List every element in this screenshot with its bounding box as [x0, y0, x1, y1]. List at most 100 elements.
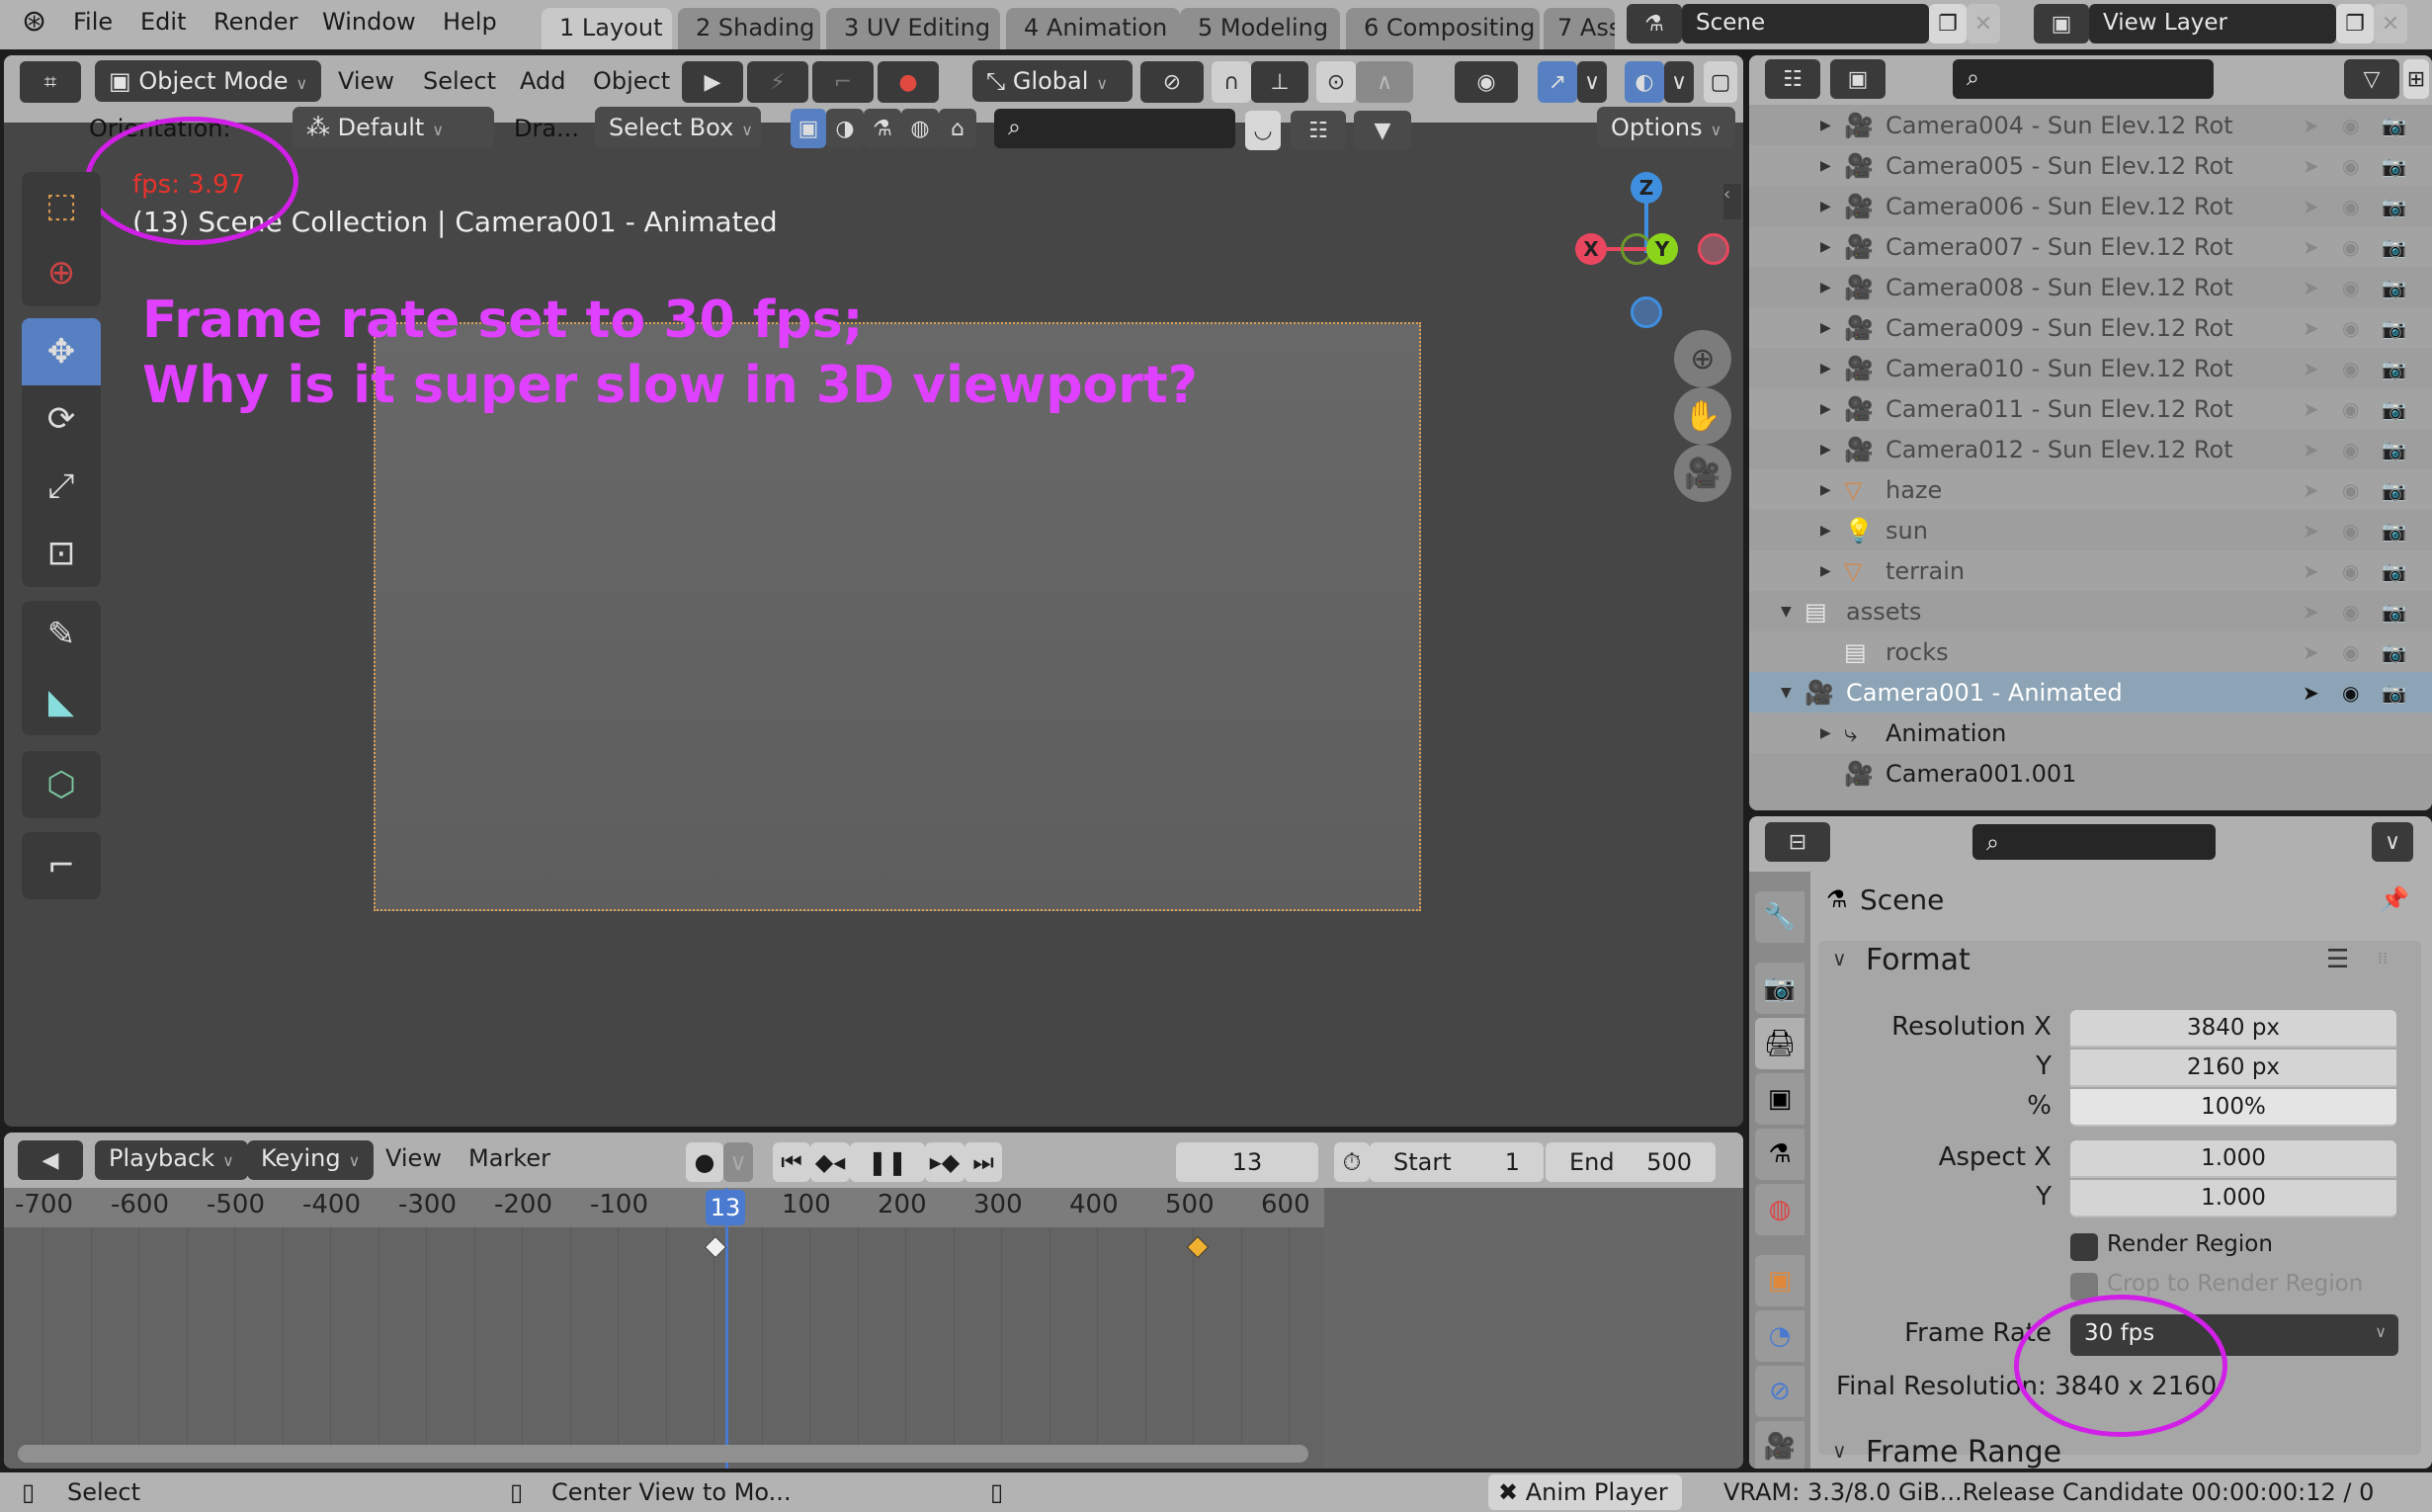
outliner-row[interactable]: ▶ 🎥 Camera004 - Sun Elev.12 Rot ➤ ◉ 📷 [1749, 105, 2432, 145]
gizmo-toggle-icon[interactable]: ↗ [1538, 61, 1577, 103]
new-collection-icon[interactable]: ⊞ [2403, 59, 2429, 99]
timeline-menu-view[interactable]: View [385, 1144, 442, 1172]
outliner-row[interactable]: ▶ ⤷ Animation [1749, 713, 2432, 753]
outliner-row[interactable]: ▶ ▽ terrain ➤ ◉ 📷 [1749, 550, 2432, 591]
3d-viewport[interactable]: ⌗ ▣ Object Mode ∨ View Select Add Object … [4, 55, 1743, 1127]
render-region-checkbox[interactable] [2070, 1233, 2098, 1261]
selectable-icon[interactable]: ➤ [2303, 195, 2319, 218]
render-camera-icon[interactable]: 📷 [2382, 276, 2406, 299]
pause-icon[interactable]: ❚❚ [850, 1142, 925, 1182]
presets-list-icon[interactable]: ☰ [2326, 945, 2349, 974]
render-camera-icon[interactable]: 📷 [2382, 640, 2406, 664]
camera-view-icon[interactable]: 🎥 [1674, 445, 1731, 502]
physics-icon[interactable]: ⚡ [747, 61, 808, 103]
record-icon[interactable]: ● [686, 1142, 723, 1182]
outliner-view-layer-icon[interactable]: ▣ [1830, 59, 1886, 99]
brush-icon[interactable]: ⌂ [939, 109, 976, 148]
visibility-eye-icon[interactable]: ◉ [2342, 478, 2359, 502]
funnel-filter-icon[interactable]: ▼ [1354, 111, 1411, 150]
expand-arrow-icon[interactable]: ▶ [1820, 401, 1831, 417]
expand-arrow-icon[interactable]: ▶ [1820, 118, 1831, 133]
menu-render[interactable]: Render [213, 8, 297, 36]
render-camera-icon[interactable]: 📷 [2382, 154, 2406, 178]
render-camera-icon[interactable]: 📷 [2382, 478, 2406, 502]
timeline-menu-marker[interactable]: Marker [468, 1144, 550, 1172]
resolution-y-field[interactable]: 2160 px [2070, 1050, 2396, 1087]
expand-arrow-icon[interactable]: ▶ [1820, 482, 1831, 498]
outliner-row[interactable]: 🎥 Camera001.001 [1749, 753, 2432, 794]
falloff-icon[interactable]: ∧ [1356, 61, 1413, 103]
menu-add[interactable]: Add [520, 67, 565, 95]
visibility-eye-icon[interactable]: ◉ [2342, 681, 2359, 705]
expand-arrow-icon[interactable]: ▶ [1820, 158, 1831, 174]
tab-output[interactable]: 🖨 [1755, 1018, 1804, 1069]
aspect-y-field[interactable]: 1.000 [2070, 1180, 2396, 1218]
mode-new-icon[interactable]: ▣ [791, 109, 826, 148]
expand-arrow-icon[interactable]: ▶ [1820, 239, 1831, 255]
expand-arrow-icon[interactable]: ▶ [1820, 725, 1831, 741]
outliner-row[interactable]: ▶ 🎥 Camera008 - Sun Elev.12 Rot ➤ ◉ 📷 [1749, 267, 2432, 307]
world-icon[interactable]: ◍ [901, 109, 939, 148]
anim-player-job[interactable]: ✖ Anim Player [1488, 1474, 1682, 1510]
object-mode-dropdown[interactable]: ▣ Object Mode ∨ [95, 60, 322, 102]
menu-view[interactable]: View [338, 67, 394, 95]
gizmo-z-axis[interactable]: Z [1631, 172, 1662, 204]
gizmo-dropdown-icon[interactable]: ∨ [1577, 61, 1607, 103]
tool-cursor[interactable]: ⊕ [22, 239, 101, 306]
end-frame-field[interactable]: End 500 [1546, 1142, 1716, 1182]
selectable-icon[interactable]: ➤ [2303, 276, 2319, 299]
expand-arrow-icon[interactable]: ▶ [1820, 563, 1831, 579]
drag-handle-icon[interactable]: ⁞⁞ [2378, 949, 2388, 967]
menu-edit[interactable]: Edit [140, 8, 186, 36]
options-dropdown[interactable]: Options ∨ [1597, 107, 1735, 148]
selectable-icon[interactable]: ➤ [2303, 235, 2319, 259]
render-camera-icon[interactable]: 📷 [2382, 600, 2406, 624]
tab-render[interactable]: 📷 [1755, 963, 1804, 1014]
tool-transform[interactable]: ⊡ [22, 520, 101, 587]
visibility-eye-icon[interactable]: ◉ [2342, 154, 2359, 178]
tab-constraints[interactable]: ⊘ [1755, 1366, 1804, 1417]
outliner-row[interactable]: ▶ 🎥 Camera007 - Sun Elev.12 Rot ➤ ◉ 📷 [1749, 226, 2432, 267]
clip-icon[interactable]: ▶ [682, 61, 743, 103]
stopwatch-icon[interactable]: ⏱ [1334, 1142, 1370, 1182]
tab-scene[interactable]: ⚗ [1755, 1129, 1804, 1180]
gizmo-y-axis[interactable]: Y [1646, 233, 1678, 265]
outliner-row[interactable]: ▶ 🎥 Camera010 - Sun Elev.12 Rot ➤ ◉ 📷 [1749, 348, 2432, 388]
current-frame-field[interactable]: 13 [1176, 1142, 1318, 1182]
tab-layout[interactable]: 1 Layout [542, 8, 672, 49]
tab-modeling[interactable]: 5 Modeling [1180, 8, 1340, 49]
render-camera-icon[interactable]: 📷 [2382, 235, 2406, 259]
render-camera-icon[interactable]: 📷 [2382, 114, 2406, 137]
outliner-editor[interactable]: ☷ ▣ ⌕ ▽ ⊞ ▶ 🎥 Camera004 - Sun Elev.12 Rot ➤… [1749, 55, 2432, 810]
resolution-percent-slider[interactable]: 100% [2070, 1089, 2396, 1127]
properties-editor[interactable]: ⊟ ⌕ ∨ 🔧 📷 🖨 ▣ ⚗ ◍ ▣ ◔ ⊘ 🎥 ⚗ Scene 📌 ∨ Fo… [1749, 816, 2432, 1469]
viewport-search-input[interactable]: ⌕ [994, 109, 1235, 148]
snap-target-icon[interactable]: ⊥ [1251, 61, 1308, 103]
gizmo-neg-z-axis[interactable] [1631, 296, 1662, 328]
selectable-icon[interactable]: ➤ [2303, 559, 2319, 583]
render-camera-icon[interactable]: 📷 [2382, 438, 2406, 462]
outliner-row[interactable]: ▶ 🎥 Camera005 - Sun Elev.12 Rot ➤ ◉ 📷 [1749, 145, 2432, 186]
tab-tool[interactable]: 🔧 [1755, 891, 1804, 943]
render-camera-icon[interactable]: 📷 [2382, 681, 2406, 705]
tool-move[interactable]: ✥ [22, 318, 101, 385]
new-view-layer-icon[interactable]: ❐ [2336, 4, 2374, 43]
render-camera-icon[interactable]: 📷 [2382, 195, 2406, 218]
new-scene-icon[interactable]: ❐ [1929, 4, 1967, 43]
selectable-icon[interactable]: ➤ [2303, 438, 2319, 462]
scene-selector-icon[interactable]: ⚗ [1627, 4, 1682, 43]
timeline-ruler[interactable] [4, 1188, 1324, 1227]
selectable-icon[interactable]: ➤ [2303, 640, 2319, 664]
pan-hand-icon[interactable]: ✋ [1674, 387, 1731, 445]
proportional-edit-icon[interactable]: ⊙ [1316, 61, 1356, 103]
tool-extrude[interactable]: ⌐ [22, 832, 101, 899]
visibility-eye-icon[interactable]: ◉ [2342, 600, 2359, 624]
render-camera-icon[interactable]: 📷 [2382, 316, 2406, 340]
selectable-icon[interactable]: ➤ [2303, 357, 2319, 380]
cancel-job-icon[interactable]: ✖ [1498, 1478, 1526, 1506]
outliner-search-input[interactable]: ⌕ [1953, 59, 2214, 99]
tool-rotate[interactable]: ⟳ [22, 385, 101, 453]
sidebar-toggle-icon[interactable]: ‹ [1723, 184, 1741, 219]
timeline-editor-type-icon[interactable]: ◀ [18, 1140, 83, 1180]
select-box-dropdown[interactable]: Select Box ∨ [595, 107, 761, 148]
